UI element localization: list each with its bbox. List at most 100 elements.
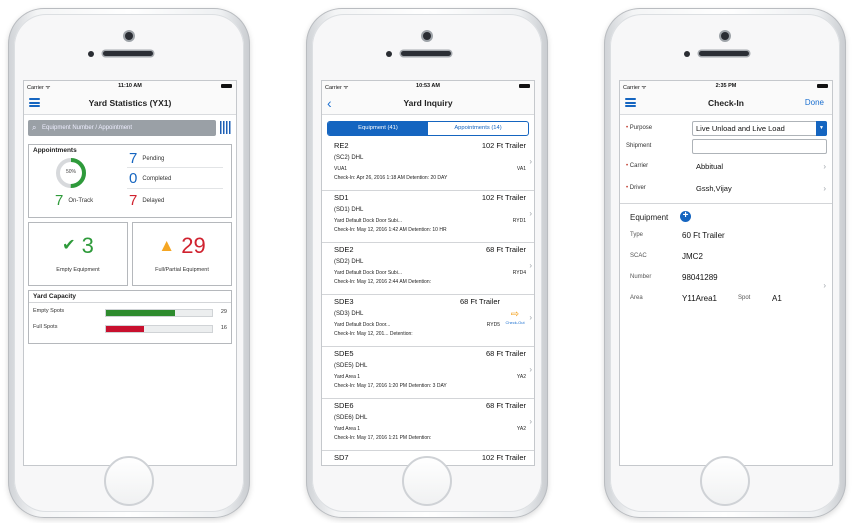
full-spots-label: Full Spots <box>33 324 58 330</box>
chevron-right-icon: › <box>529 313 532 322</box>
chevron-right-icon: › <box>529 417 532 426</box>
equipment-type: 102 Ft Trailer <box>481 453 526 462</box>
sensor-dot <box>684 51 690 57</box>
carrier-row[interactable]: • Carrier Abbitual › <box>620 155 832 177</box>
tab-equipment[interactable]: Equipment (41) <box>328 122 428 135</box>
chevron-right-icon: › <box>529 365 532 374</box>
pending-count: 7 <box>129 150 138 167</box>
screen: Carrier ᯤ 11:10 AM Yard Statistics (YX1)… <box>23 80 237 466</box>
type-label: Type <box>630 232 644 238</box>
screen: Carrier ᯤ 10:53 AM ‹ Yard Inquiry Equipm… <box>321 80 535 466</box>
battery-icon <box>817 84 828 88</box>
page-title: Yard Inquiry <box>403 98 453 108</box>
add-equipment-icon[interactable]: + <box>680 211 691 222</box>
purpose-select[interactable]: Live Unload and Live Load ▼ <box>692 121 827 136</box>
area-row: Area Y11Area1 Spot A1 <box>620 289 832 310</box>
equipment-carrier: (SD3) DHL <box>334 311 364 317</box>
checkout-action[interactable]: ⇨ Check-Out <box>504 309 526 325</box>
search-input[interactable]: ⌕ Equipment Number / Appointment <box>28 120 216 136</box>
equipment-type: 68 Ft Trailer <box>485 401 526 410</box>
camera <box>423 32 431 40</box>
nav-bar: Check-In Done <box>620 92 832 115</box>
equipment-location: Yard Default Dock Door Subi... <box>334 270 402 276</box>
dropdown-arrow-icon: ▼ <box>816 121 827 136</box>
list-item[interactable]: SDE3 68 Ft Trailer (SD3) DHL Yard Defaul… <box>322 295 534 347</box>
completed-count: 0 <box>129 170 138 187</box>
purpose-label: • Purpose <box>626 125 653 131</box>
completed-label: Completed <box>142 175 172 182</box>
list-item[interactable]: RE2 102 Ft Trailer (SC2) DHL VUA1 VA1 Ch… <box>322 139 534 191</box>
equipment-carrier: (SD1) DHL <box>334 207 364 213</box>
scac-row: SCAC JMC2 <box>620 247 832 268</box>
equipment-location: Yard Area 1 <box>334 374 361 380</box>
phone-check-in: Carrier ᯤ 2:35 PM Check-In Done • Purpos… <box>604 8 846 518</box>
list-item[interactable]: SD1 102 Ft Trailer (SD1) DHL Yard Defaul… <box>322 191 534 243</box>
status-time: 2:35 PM <box>715 83 737 89</box>
checkin-details: Check-In: May 17, 2016 1:20 PM Detention… <box>334 383 447 389</box>
equipment-details[interactable]: Type 60 Ft Trailer SCAC JMC2 Number 9804… <box>620 226 832 310</box>
status-bar: Carrier ᯤ 2:35 PM <box>620 81 832 92</box>
tab-appointments[interactable]: Appointments (14) <box>428 122 528 135</box>
empty-spots-bar <box>106 310 175 316</box>
equipment-list: RE2 102 Ft Trailer (SC2) DHL VUA1 VA1 Ch… <box>322 139 534 465</box>
chevron-right-icon: › <box>823 184 826 193</box>
completed-stat[interactable]: 0 Completed <box>129 170 171 187</box>
checkin-details: Check-In: May 17, 2016 1:21 PM Detention… <box>334 435 432 441</box>
driver-row[interactable]: • Driver Gssh,Vijay › <box>620 177 832 199</box>
sensor-dot <box>386 51 392 57</box>
delayed-stat[interactable]: 7 Delayed <box>129 192 164 209</box>
earpiece <box>699 51 749 56</box>
pending-stat[interactable]: 7 Pending <box>129 150 164 167</box>
delayed-count: 7 <box>129 192 138 209</box>
camera <box>721 32 729 40</box>
equipment-id: SDE6 <box>334 401 354 410</box>
equipment-location: Yard Area 1 <box>334 426 361 432</box>
status-time: 11:10 AM <box>118 83 142 89</box>
equipment-carrier: (SDE5) DHL <box>334 363 368 369</box>
done-button[interactable]: Done <box>805 98 824 107</box>
empty-equipment-card[interactable]: ✔ 3 Empty Equipment <box>28 222 128 286</box>
equipment-header: Equipment + <box>620 203 832 226</box>
page-title: Check-In <box>708 98 744 108</box>
equipment-carrier: (SD2) DHL <box>334 259 364 265</box>
location-code: YA2 <box>516 426 526 432</box>
equipment-location: Yard Default Dock Door Subi... <box>334 218 402 224</box>
appointments-card[interactable]: Appointments 50% 7 Pending 0 Completed 7 <box>28 144 232 218</box>
search-row: ⌕ Equipment Number / Appointment <box>28 120 232 140</box>
ontrack-stat[interactable]: 7 On-Track <box>55 192 93 209</box>
list-item[interactable]: SDE2 68 Ft Trailer (SD2) DHL Yard Defaul… <box>322 243 534 295</box>
status-bar: Carrier ᯤ 10:53 AM <box>322 81 534 92</box>
equipment-id: SDE3 <box>334 297 354 306</box>
equipment-id: RE2 <box>334 141 349 150</box>
equipment-type: 68 Ft Trailer <box>459 297 500 306</box>
ontrack-count: 7 <box>55 192 64 209</box>
empty-equipment-count: 3 <box>81 233 94 258</box>
home-button[interactable] <box>402 456 452 506</box>
partial-equipment-card[interactable]: ▲ 29 Full/Partial Equipment <box>132 222 232 286</box>
equipment-id: SD7 <box>334 453 349 462</box>
checkin-details: Check-In: May 12, 2016 1:42 AM Detention… <box>334 227 447 233</box>
divider <box>127 167 223 168</box>
empty-spots-value: 29 <box>220 309 227 315</box>
list-item[interactable]: SDE5 68 Ft Trailer (SDE5) DHL Yard Area … <box>322 347 534 399</box>
equipment-carrier: (SC2) DHL <box>334 155 364 161</box>
delayed-label: Delayed <box>142 197 165 204</box>
chevron-right-icon: › <box>529 209 532 218</box>
home-button[interactable] <box>104 456 154 506</box>
yard-capacity-card[interactable]: Yard Capacity Empty Spots 29 Full Spots … <box>28 290 232 344</box>
segmented-control: Equipment (41) Appointments (14) <box>327 121 529 136</box>
status-bar: Carrier ᯤ 11:10 AM <box>24 81 236 92</box>
shipment-input[interactable] <box>692 139 827 154</box>
equipment-id: SD1 <box>334 193 349 202</box>
empty-equipment-label: Empty Equipment <box>56 267 100 273</box>
donut-percent: 50% <box>65 169 76 175</box>
partial-equipment-value: ▲ 29 <box>133 233 231 259</box>
number-value: 98041289 <box>682 273 718 282</box>
list-item[interactable]: SDE6 68 Ft Trailer (SDE6) DHL Yard Area … <box>322 399 534 451</box>
home-button[interactable] <box>700 456 750 506</box>
phone-yard-inquiry: Carrier ᯤ 10:53 AM ‹ Yard Inquiry Equipm… <box>306 8 548 518</box>
screen: Carrier ᯤ 2:35 PM Check-In Done • Purpos… <box>619 80 833 466</box>
driver-label: • Driver <box>626 185 646 191</box>
status-time: 10:53 AM <box>416 83 440 89</box>
barcode-scan-icon[interactable] <box>220 121 232 134</box>
